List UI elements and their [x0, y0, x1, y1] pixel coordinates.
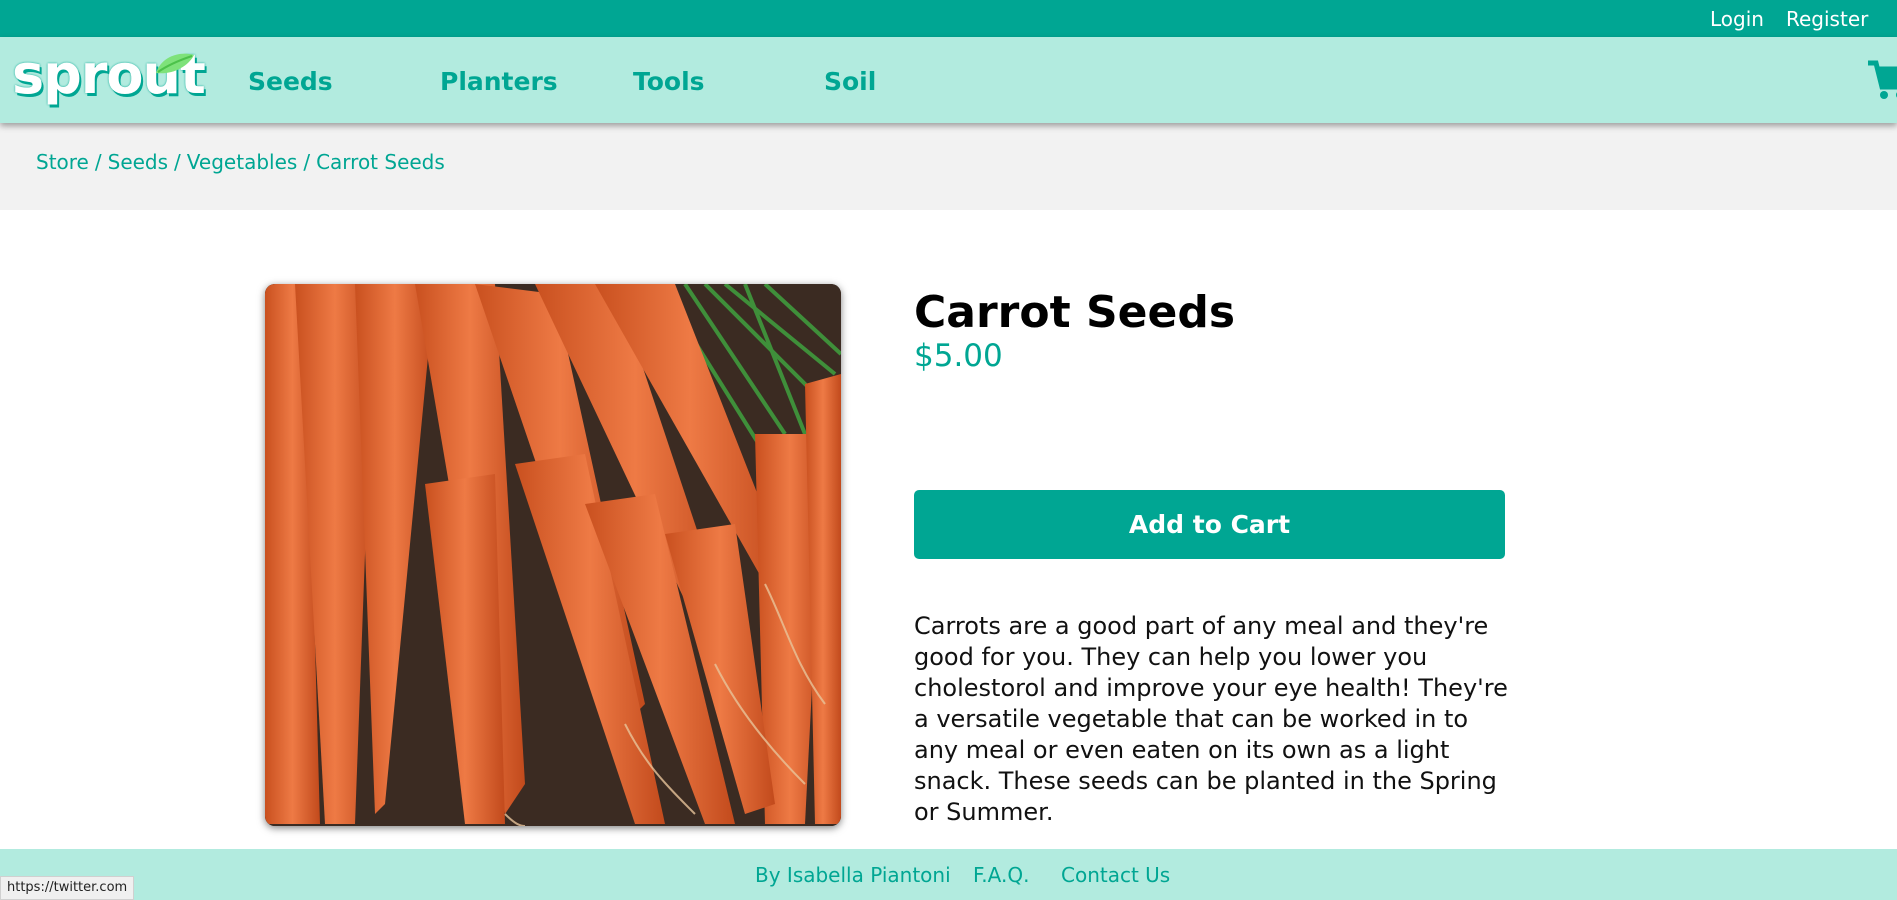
leaf-icon [156, 53, 194, 74]
breadcrumb-item-store[interactable]: Store [36, 150, 89, 174]
nav-item-tools[interactable]: Tools [633, 67, 705, 96]
product-title: Carrot Seeds [914, 287, 1236, 338]
nav-item-seeds[interactable]: Seeds [248, 67, 333, 96]
breadcrumb-separator: / [94, 150, 102, 174]
footer: By Isabella Piantoni F.A.Q. Contact Us [0, 849, 1897, 900]
footer-link-faq[interactable]: F.A.Q. [973, 863, 1029, 887]
breadcrumb-item-vegetables[interactable]: Vegetables [187, 150, 298, 174]
carrot-image [265, 284, 841, 826]
login-link[interactable]: Login [1710, 7, 1764, 31]
breadcrumb-item-carrot-seeds[interactable]: Carrot Seeds [316, 150, 445, 174]
breadcrumb-separator: / [303, 150, 311, 174]
breadcrumb: Store / Seeds / Vegetables / Carrot Seeds [36, 150, 445, 174]
footer-link-contact[interactable]: Contact Us [1061, 863, 1170, 887]
product-image [265, 284, 841, 826]
breadcrumb-item-seeds[interactable]: Seeds [108, 150, 168, 174]
nav-item-planters[interactable]: Planters [440, 67, 558, 96]
register-link[interactable]: Register [1786, 7, 1868, 31]
breadcrumb-separator: / [174, 150, 181, 174]
add-to-cart-button[interactable]: Add to Cart [914, 490, 1505, 559]
product-description: Carrots are a good part of any meal and … [914, 612, 1508, 826]
main-navbar: sprout Seeds Planters Tools Soil [0, 37, 1897, 123]
status-bar-url: https://twitter.com [0, 876, 135, 900]
shopping-cart-icon[interactable] [1866, 57, 1897, 101]
breadcrumb-bar: Store / Seeds / Vegetables / Carrot Seeds [0, 123, 1897, 210]
top-bar: Login Register [0, 0, 1897, 37]
nav-item-soil[interactable]: Soil [824, 67, 876, 96]
product-price: $5.00 [914, 338, 1003, 374]
footer-link-author[interactable]: By Isabella Piantoni [755, 863, 951, 887]
